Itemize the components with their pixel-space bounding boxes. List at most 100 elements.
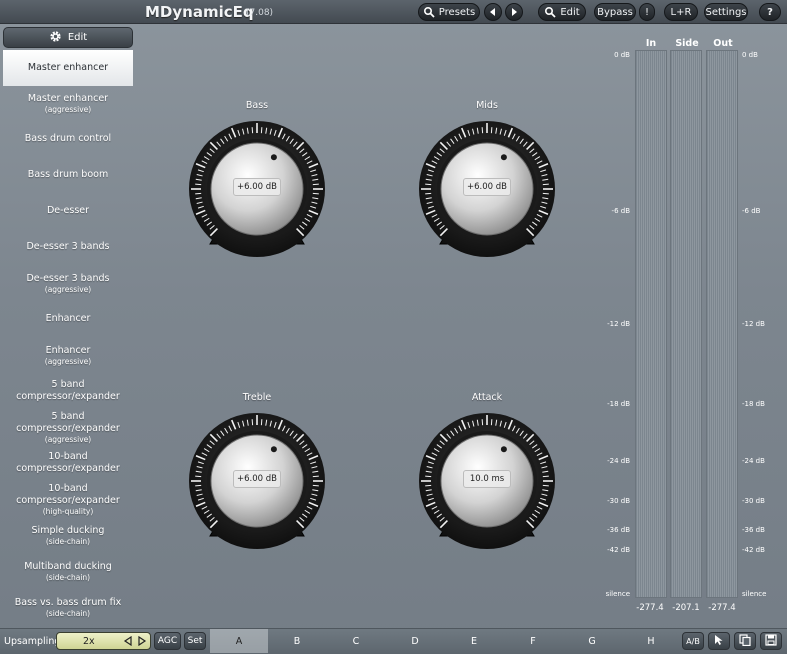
- gear-icon: [49, 30, 62, 46]
- db-scale-right: 0 dB: [742, 51, 758, 59]
- app-version: (7.08): [246, 8, 274, 18]
- preset-item[interactable]: Simple ducking (side-chain): [3, 518, 133, 554]
- slot-d[interactable]: D: [386, 629, 444, 653]
- agc-button[interactable]: AGC: [154, 632, 181, 650]
- copy-icon: [739, 633, 751, 649]
- preset-item[interactable]: Master enhancer: [3, 50, 133, 86]
- channel-mode-button[interactable]: L+R: [664, 3, 698, 21]
- preset-subtitle: (side-chain): [45, 537, 91, 546]
- preset-subtitle: (side-chain): [45, 609, 91, 618]
- preset-item[interactable]: 10-band compressor/expander: [3, 446, 133, 480]
- meter-out-readout: -277.4: [708, 603, 736, 613]
- cursor-button[interactable]: [708, 632, 730, 650]
- set-button[interactable]: Set: [184, 632, 206, 650]
- preset-name: De-esser: [46, 205, 90, 216]
- db-scale-left: -6 dB: [611, 207, 630, 215]
- preset-name: 5 band compressor/expander: [16, 411, 120, 434]
- app-title: MDynamicEq: [145, 3, 254, 21]
- db-scale-right: -30 dB: [742, 497, 765, 505]
- db-scale-right: -12 dB: [742, 320, 765, 328]
- preset-name: 10-band compressor/expander: [16, 483, 120, 506]
- preset-name: Bass drum control: [24, 133, 112, 144]
- arrow-left-icon[interactable]: [123, 635, 133, 649]
- treble-knob-value[interactable]: +6.00 dB: [233, 470, 281, 488]
- slot-f[interactable]: F: [504, 629, 562, 653]
- meter-side-readout: -207.1: [672, 603, 700, 613]
- slot-h[interactable]: H: [622, 629, 680, 653]
- slot-g[interactable]: G: [563, 629, 621, 653]
- preset-item[interactable]: Bass drum boom: [3, 158, 133, 192]
- bottom-bar: Upsampling 2x AGC Set A B C D E F G H A/…: [0, 628, 787, 654]
- db-scale-left: -42 dB: [607, 546, 630, 554]
- cursor-icon: [714, 634, 724, 649]
- preset-item[interactable]: Multiband ducking (side-chain): [3, 554, 133, 590]
- preset-item[interactable]: 10-band compressor/expander (high-qualit…: [3, 482, 133, 518]
- mids-knob-value[interactable]: +6.00 dB: [463, 178, 511, 196]
- db-scale-right: -6 dB: [742, 207, 761, 215]
- preset-item[interactable]: De-esser 3 bands (aggressive): [3, 266, 133, 302]
- bass-knob[interactable]: +6.00 dB: [182, 114, 332, 264]
- ab-compare-button[interactable]: A/B: [682, 632, 704, 650]
- db-scale-left: -24 dB: [607, 457, 630, 465]
- preset-item[interactable]: Enhancer: [3, 302, 133, 336]
- preset-subtitle: (side-chain): [45, 573, 91, 582]
- attack-knob-value[interactable]: 10.0 ms: [463, 470, 511, 488]
- preset-name: Multiband ducking: [24, 561, 112, 572]
- slot-e[interactable]: E: [445, 629, 503, 653]
- preset-subtitle: (aggressive): [44, 285, 92, 294]
- preset-item[interactable]: Bass drum control: [3, 122, 133, 156]
- meter-side-label: Side: [675, 38, 699, 49]
- preset-name: 10-band compressor/expander: [16, 451, 120, 474]
- preset-name: Enhancer: [45, 313, 91, 324]
- preset-item[interactable]: 5 band compressor/expander (aggressive): [3, 410, 133, 446]
- slot-b[interactable]: B: [268, 629, 326, 653]
- treble-knob[interactable]: +6.00 dB: [182, 406, 332, 556]
- meter-in: [635, 50, 667, 598]
- info-button[interactable]: !: [639, 3, 655, 21]
- preset-item[interactable]: 5 band compressor/expander: [3, 374, 133, 408]
- slot-c[interactable]: C: [327, 629, 385, 653]
- preset-name: Simple ducking: [31, 525, 105, 536]
- preset-name: Bass drum boom: [27, 169, 109, 180]
- meter-in-readout: -277.4: [636, 603, 664, 613]
- preset-item[interactable]: Master enhancer (aggressive): [3, 87, 133, 121]
- copy-button[interactable]: [734, 632, 756, 650]
- preset-name: De-esser 3 bands: [26, 273, 110, 284]
- treble-knob-label: Treble: [242, 392, 272, 403]
- db-scale-right: -24 dB: [742, 457, 765, 465]
- mids-knob[interactable]: +6.00 dB: [412, 114, 562, 264]
- db-scale-left: -30 dB: [607, 497, 630, 505]
- presets-button[interactable]: Presets: [418, 3, 480, 21]
- previous-preset-button[interactable]: [484, 3, 502, 21]
- next-preset-button[interactable]: [505, 3, 523, 21]
- settings-button[interactable]: Settings: [704, 3, 748, 21]
- bass-knob-value[interactable]: +6.00 dB: [233, 178, 281, 196]
- db-scale-right: -36 dB: [742, 526, 765, 534]
- attack-knob[interactable]: 10.0 ms: [412, 406, 562, 556]
- arrow-right-icon: [510, 8, 518, 16]
- help-button[interactable]: ?: [759, 3, 781, 21]
- bypass-button[interactable]: Bypass: [594, 3, 636, 21]
- save-button[interactable]: [760, 632, 782, 650]
- upsampling-value: 2x: [83, 636, 95, 647]
- meter-out-label: Out: [713, 38, 733, 49]
- arrow-right-icon[interactable]: [137, 635, 147, 649]
- edit-toolbar-button[interactable]: Edit: [538, 3, 586, 21]
- preset-item[interactable]: De-esser 3 bands: [3, 230, 133, 264]
- preset-item[interactable]: Bass vs. bass drum fix (side-chain): [3, 590, 133, 626]
- search-icon: [423, 6, 435, 18]
- preset-subtitle: (aggressive): [44, 105, 92, 114]
- preset-item[interactable]: Enhancer (aggressive): [3, 338, 133, 374]
- edit-button[interactable]: Edit: [3, 27, 133, 48]
- preset-name: Enhancer: [45, 345, 91, 356]
- preset-item[interactable]: De-esser: [3, 194, 133, 228]
- upsampling-select[interactable]: 2x: [56, 632, 151, 650]
- db-scale-right: silence: [742, 590, 767, 598]
- db-scale-left: silence: [605, 590, 630, 598]
- save-icon: [765, 633, 777, 649]
- db-scale-left: -12 dB: [607, 320, 630, 328]
- slot-a[interactable]: A: [210, 629, 268, 653]
- presets-label: Presets: [438, 6, 476, 18]
- preset-name: Master enhancer: [27, 62, 109, 73]
- bass-knob-label: Bass: [245, 100, 269, 111]
